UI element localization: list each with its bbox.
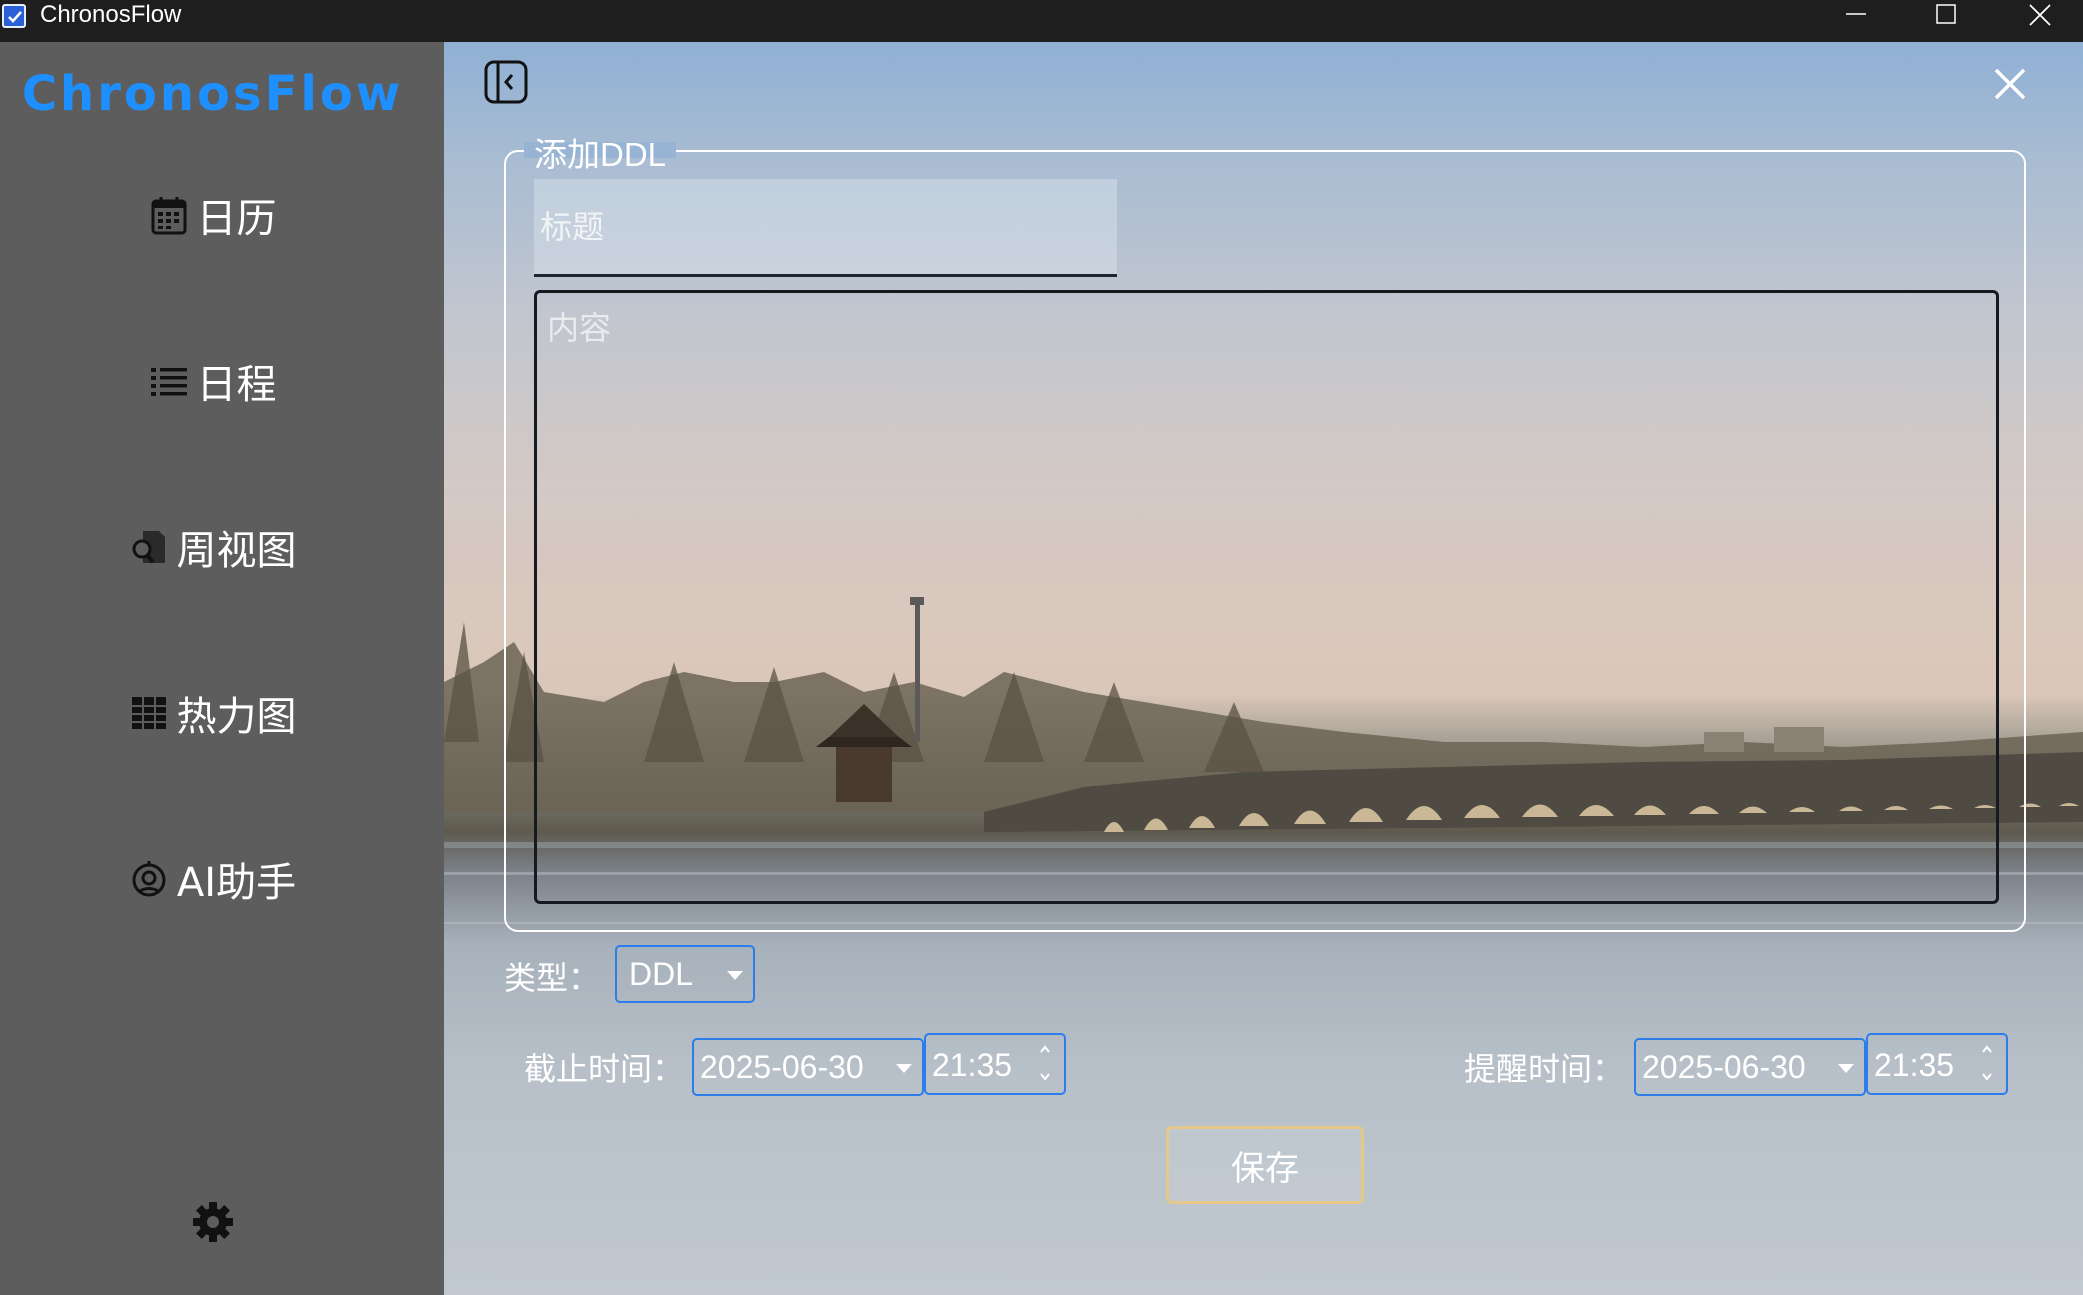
sidebar-item-label: AI助手: [176, 860, 297, 906]
close-icon: [2029, 4, 2051, 26]
sidebar-item-ai-assistant[interactable]: AI助手: [0, 839, 425, 919]
deadline-date-value: 2025-06-30: [700, 1049, 864, 1085]
sidebar: ChronosFlow 日历 日程 周视图 热力图 AI助手: [0, 42, 444, 1295]
sidebar-item-heatmap[interactable]: 热力图: [0, 673, 425, 753]
spin-down-icon[interactable]: [1980, 1071, 1994, 1083]
reminder-time-spinbox[interactable]: 21:35: [1866, 1033, 2008, 1095]
sidebar-item-week-view[interactable]: 周视图: [0, 507, 425, 587]
spin-up-icon[interactable]: [1980, 1043, 1994, 1055]
type-label: 类型：: [504, 959, 601, 997]
sidebar-item-schedule[interactable]: 日程: [0, 341, 425, 421]
settings-button[interactable]: [191, 1200, 235, 1244]
chevron-down-icon: [1838, 1064, 1854, 1073]
list-icon: [149, 361, 189, 401]
sidebar-item-label: 日程: [196, 362, 277, 408]
spin-up-icon[interactable]: [1038, 1043, 1052, 1055]
brand-logo-text: ChronosFlow: [21, 66, 404, 122]
title-input[interactable]: [534, 179, 1117, 277]
deadline-label: 截止时间：: [524, 1050, 685, 1088]
close-icon: [1994, 68, 2026, 100]
deadline-time-spinbox[interactable]: 21:35: [924, 1033, 1066, 1095]
sidebar-item-label: 日历: [196, 196, 277, 242]
main-panel: 添加DDL 类型： DDL 截止时间： 2025-06-30 21:35 提醒时…: [444, 42, 2083, 1295]
save-button[interactable]: 保存: [1166, 1126, 1364, 1204]
search-document-icon: [129, 527, 169, 567]
robot-icon: [129, 859, 169, 899]
reminder-label: 提醒时间：: [1464, 1050, 1625, 1088]
type-select[interactable]: DDL: [615, 945, 755, 1003]
sidebar-item-label: 周视图: [176, 528, 297, 574]
maximize-button[interactable]: [1900, 0, 1990, 30]
window-title: ChronosFlow: [40, 1, 182, 28]
reminder-date-value: 2025-06-30: [1642, 1049, 1806, 1085]
chevron-down-icon: [727, 971, 743, 980]
content-textarea[interactable]: [534, 290, 1999, 904]
type-select-value: DDL: [629, 956, 694, 992]
deadline-time-value: 21:35: [932, 1047, 1013, 1083]
sidebar-item-label: 热力图: [176, 694, 297, 740]
chevron-down-icon: [896, 1064, 912, 1073]
gear-icon: [193, 1202, 233, 1242]
checkbox-app-icon: [2, 4, 26, 28]
group-legend-title: 添加DDL: [534, 136, 667, 173]
window-close-button[interactable]: [1993, 0, 2083, 30]
collapse-panel-button[interactable]: [484, 60, 528, 104]
minimize-icon: [1846, 13, 1866, 15]
maximize-icon: [1936, 4, 1956, 24]
sidebar-item-calendar[interactable]: 日历: [0, 175, 425, 255]
minimize-button[interactable]: [1810, 0, 1900, 30]
reminder-date-picker[interactable]: 2025-06-30: [1634, 1038, 1866, 1096]
window-title-bar: ChronosFlow: [0, 0, 2083, 42]
deadline-date-picker[interactable]: 2025-06-30: [692, 1038, 924, 1096]
grid-icon: [129, 693, 169, 733]
spin-down-icon[interactable]: [1038, 1071, 1052, 1083]
close-form-button[interactable]: [1992, 66, 2028, 102]
collapse-panel-icon: [484, 60, 528, 104]
reminder-time-value: 21:35: [1874, 1047, 1955, 1083]
calendar-icon: [149, 195, 189, 235]
